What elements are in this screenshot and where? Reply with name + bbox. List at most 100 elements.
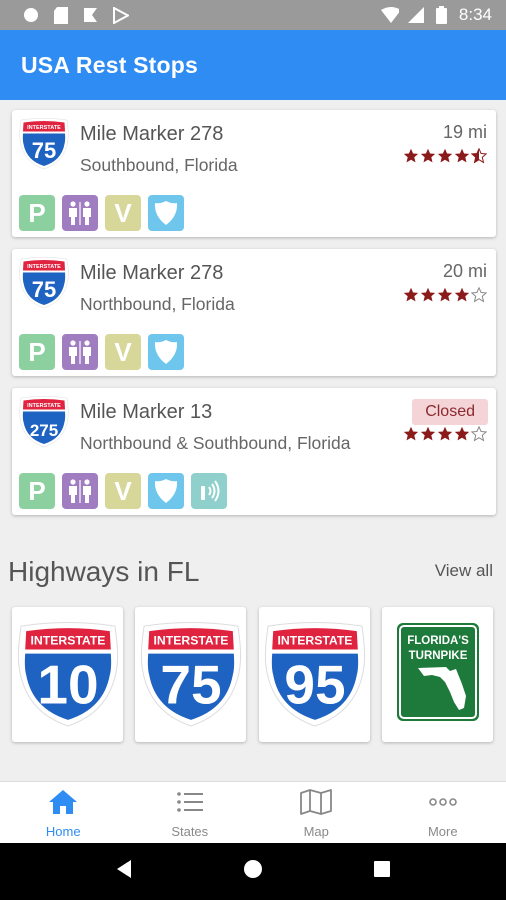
play-store-icon: [112, 6, 130, 24]
interstate-shield-icon: INTERSTATE 75: [19, 257, 69, 309]
mile-marker-title: Mile Marker 13: [80, 401, 213, 423]
shield-badge-icon: [148, 195, 184, 231]
amenity-icons: P V: [19, 195, 184, 231]
star-icon: [420, 287, 436, 308]
distance-label: 20 mi: [442, 261, 487, 281]
shield-number: 95: [284, 653, 345, 715]
view-all-link[interactable]: View all: [435, 561, 493, 581]
map-icon: [300, 789, 333, 820]
shield-number: 75: [160, 653, 221, 715]
rest-stop-card[interactable]: INTERSTATE 75 Mile Marker 278 Southbound…: [12, 110, 496, 237]
wifi-icon: [380, 6, 399, 24]
nav-map[interactable]: Map: [253, 782, 380, 843]
star-icon: [470, 147, 488, 169]
closed-badge: Closed: [412, 399, 488, 425]
turnpike-line1: FLORIDA'S: [407, 635, 469, 647]
interstate-shield-icon: INTERSTATE 95: [264, 621, 366, 728]
rating-stars: [403, 147, 488, 169]
rating-stars: [403, 286, 488, 308]
star-icon: [437, 148, 453, 169]
star-icon: [454, 426, 470, 447]
cell-signal-icon: [407, 6, 425, 24]
shield-number: 275: [30, 421, 58, 440]
app-bar: USA Rest Stops: [0, 30, 506, 100]
star-icon: [454, 148, 470, 169]
list-icon: [175, 789, 205, 820]
mile-marker-title: Mile Marker 278: [80, 123, 224, 145]
shield-label: INTERSTATE: [27, 264, 61, 270]
amenity-icons: P V: [19, 334, 184, 370]
home-icon: [48, 789, 78, 820]
star-icon: [403, 287, 419, 308]
highway-card-i95[interactable]: INTERSTATE 95: [259, 607, 370, 742]
interstate-shield-icon: INTERSTATE 275: [19, 396, 69, 448]
star-icon: [420, 426, 436, 447]
sd-card-icon: [52, 6, 70, 24]
wifi-signal-icon: [191, 473, 227, 509]
app-title: USA Rest Stops: [21, 51, 199, 78]
nav-more-label: More: [427, 824, 458, 839]
system-nav-bar: [0, 843, 506, 900]
circle-notification-icon: [22, 6, 40, 24]
interstate-shield-icon: INTERSTATE 75: [19, 118, 69, 170]
vending-icon: V: [105, 195, 141, 231]
highway-card-i75[interactable]: INTERSTATE 75: [135, 607, 246, 742]
status-bar: 8:34: [0, 0, 506, 30]
shield-label: INTERSTATE: [153, 633, 228, 647]
mile-marker-title: Mile Marker 278: [80, 262, 224, 284]
amenity-icons: P V: [19, 473, 227, 509]
direction-location: Northbound & Southbound, Florida: [80, 433, 351, 453]
nav-more[interactable]: More: [380, 782, 506, 843]
direction-location: Northbound, Florida: [80, 294, 235, 314]
highway-card-i10[interactable]: INTERSTATE 10: [12, 607, 123, 742]
direction-location: Southbound, Florida: [80, 155, 238, 175]
star-icon: [470, 286, 488, 308]
turnpike-line2: TURNPIKE: [408, 650, 467, 662]
highway-card-turnpike[interactable]: FLORIDA'S TURNPIKE: [382, 607, 493, 742]
shield-badge-icon: [148, 473, 184, 509]
back-icon[interactable]: [115, 859, 133, 884]
shield-label: INTERSTATE: [27, 403, 61, 409]
star-icon: [420, 148, 436, 169]
rest-stop-card[interactable]: INTERSTATE 75 Mile Marker 278 Northbound…: [12, 249, 496, 376]
nav-states[interactable]: States: [127, 782, 254, 843]
star-icon: [470, 425, 488, 447]
flag-icon: [82, 6, 100, 24]
home-button-icon[interactable]: [243, 859, 263, 884]
vending-icon: V: [105, 473, 141, 509]
interstate-shield-icon: INTERSTATE 10: [17, 621, 119, 728]
restroom-icon: [62, 195, 98, 231]
vending-icon: V: [105, 334, 141, 370]
shield-label: INTERSTATE: [30, 633, 105, 647]
recents-icon[interactable]: [373, 860, 391, 883]
distance-label: 19 mi: [442, 122, 487, 142]
shield-badge-icon: [148, 334, 184, 370]
bottom-nav: Home States Map More: [0, 781, 506, 843]
restroom-icon: [62, 473, 98, 509]
shield-label: INTERSTATE: [277, 633, 352, 647]
shield-label: INTERSTATE: [27, 125, 61, 131]
shield-number: 75: [32, 277, 56, 302]
parking-icon: P: [19, 473, 55, 509]
nav-map-label: Map: [303, 824, 329, 839]
parking-icon: P: [19, 195, 55, 231]
star-icon: [454, 287, 470, 308]
status-time: 8:34: [458, 5, 492, 24]
shield-number: 10: [37, 653, 98, 715]
highways-section-title: Highways in FL: [8, 556, 200, 587]
parking-icon: P: [19, 334, 55, 370]
rating-stars: [403, 425, 488, 447]
rest-stop-card[interactable]: INTERSTATE 275 Mile Marker 13 Northbound…: [12, 388, 496, 515]
battery-icon: [433, 6, 451, 24]
nav-states-label: States: [171, 824, 209, 839]
star-icon: [437, 287, 453, 308]
star-icon: [437, 426, 453, 447]
turnpike-sign-icon: FLORIDA'S TURNPIKE: [396, 622, 480, 727]
more-icon: [428, 789, 458, 820]
star-icon: [403, 148, 419, 169]
interstate-shield-icon: INTERSTATE 75: [140, 621, 242, 728]
star-icon: [403, 426, 419, 447]
nav-home[interactable]: Home: [0, 782, 127, 843]
nav-home-label: Home: [45, 824, 81, 839]
restroom-icon: [62, 334, 98, 370]
